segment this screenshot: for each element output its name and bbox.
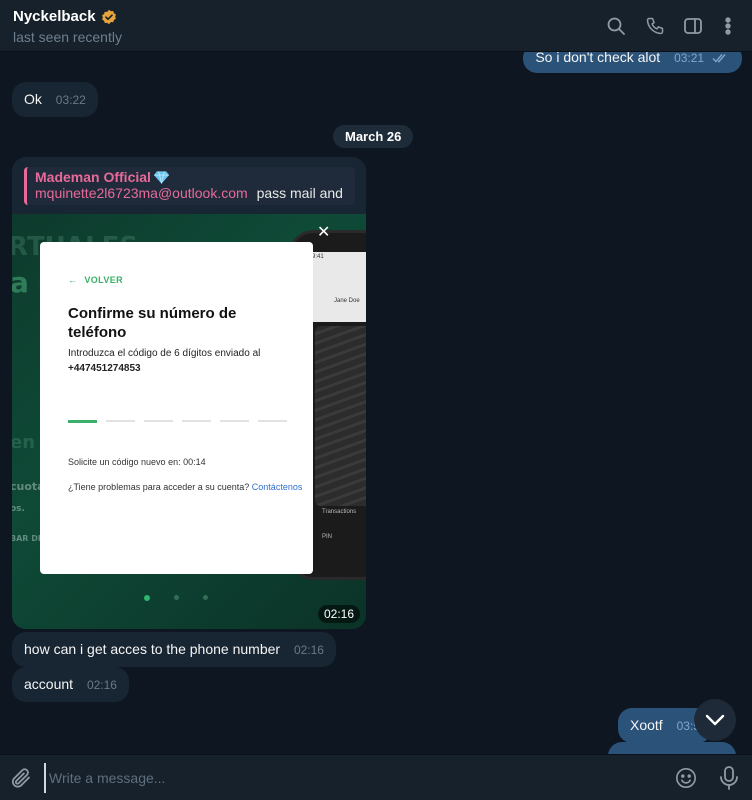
photo-attachment[interactable]: RTUALES a c en t cuota os. BAR DES 9:41 … <box>12 214 366 629</box>
message-incoming[interactable]: account 02:16 <box>12 667 129 702</box>
photo-bg-text: os. <box>12 504 25 514</box>
message-incoming[interactable]: Ok 03:22 <box>12 82 98 117</box>
modal-description: Introduzca el código de 6 dígitos enviad… <box>68 346 288 376</box>
contact-link: Contáctenos <box>251 482 303 492</box>
sidebar-toggle-icon[interactable] <box>681 14 705 38</box>
message-time: 03:22 <box>55 93 86 107</box>
scroll-to-bottom-button[interactable] <box>694 699 736 741</box>
message-input[interactable] <box>44 763 644 793</box>
reply-email: mquinette2l6723ma@outlook.com <box>35 185 248 201</box>
carousel-dots <box>144 595 208 601</box>
resend-timer: Solicite un código nuevo en: 00:14 <box>68 457 206 467</box>
code-slot <box>182 420 211 422</box>
message-text: how can i get acces to the phone number <box>24 641 281 657</box>
carousel-dot <box>144 595 150 601</box>
phone-transactions: Transactions <box>322 509 357 515</box>
back-label: VOLVER <box>84 275 124 285</box>
phone-pin: PIN <box>322 534 333 540</box>
carousel-dot <box>203 595 208 600</box>
reply-author-name: Mademan Official <box>35 169 151 185</box>
message-time: 02:16 <box>86 678 117 692</box>
code-slot <box>68 420 97 423</box>
help-question: ¿Tiene problemas para acceder a su cuent… <box>68 482 250 492</box>
message-text: So i don't check alot <box>535 52 661 65</box>
verified-badge-icon <box>101 9 116 24</box>
arrow-left-icon: ← <box>68 275 78 285</box>
message-list[interactable]: So i don't check alot 03:21 Ok 03:22 Mar… <box>0 52 752 754</box>
message-text: Ok <box>24 91 42 107</box>
message-time: 02:16 <box>317 605 360 623</box>
modal-desc-text: Introduzca el código de 6 dígitos enviad… <box>68 348 261 359</box>
chat-title[interactable]: Nyckelback <box>13 8 117 25</box>
message-outgoing-partial[interactable] <box>608 742 736 754</box>
emoji-icon[interactable] <box>675 767 697 789</box>
close-icon: ✕ <box>317 224 331 241</box>
back-link: ← VOLVER <box>68 275 123 285</box>
contact-status: last seen recently <box>13 29 122 45</box>
reply-preview: mquinette2l6723ma@outlook.com pass mail … <box>35 185 347 201</box>
message-incoming[interactable]: how can i get acces to the phone number … <box>12 632 336 667</box>
chat-header: Nyckelback last seen recently <box>0 0 752 52</box>
phone-icon[interactable] <box>643 14 667 38</box>
phone-clock: 9:41 <box>312 254 324 260</box>
code-slot <box>258 420 287 422</box>
code-slot <box>106 420 135 422</box>
code-slot <box>220 420 249 422</box>
message-text: Xootf <box>630 717 663 733</box>
reply-text: pass mail and xo... <box>256 185 347 201</box>
reply-quote[interactable]: Mademan Official mquinette2l6723ma@outlo… <box>24 167 355 205</box>
message-time: 03:21 <box>674 52 705 65</box>
paperclip-icon[interactable] <box>9 766 33 790</box>
contact-name: Nyckelback <box>13 8 96 25</box>
microphone-icon[interactable] <box>718 765 740 791</box>
phone-screen: 9:41 Jane Doe <box>308 252 366 322</box>
message-incoming-photo[interactable]: Mademan Official mquinette2l6723ma@outlo… <box>12 157 366 629</box>
phone-card <box>315 326 366 506</box>
phone-user-name: Jane Doe <box>334 298 360 304</box>
read-ticks-icon <box>712 54 726 63</box>
date-separator: March 26 <box>333 125 414 148</box>
gem-icon <box>153 171 169 184</box>
chevron-down-icon <box>705 714 725 726</box>
modal-title: Confirme su número de teléfono <box>68 305 237 341</box>
code-input-slots <box>68 420 287 423</box>
message-composer <box>0 754 752 800</box>
verification-modal: ← VOLVER Confirme su número de teléfono … <box>40 242 313 574</box>
modal-phone-number: +447451274853 <box>68 363 141 374</box>
message-outgoing[interactable]: So i don't check alot 03:21 <box>523 52 742 73</box>
carousel-dot <box>174 595 179 600</box>
message-time: 02:16 <box>293 643 324 657</box>
search-icon[interactable] <box>604 14 628 38</box>
help-text: ¿Tiene problemas para acceder a su cuent… <box>68 482 302 492</box>
more-vertical-icon[interactable] <box>716 14 740 38</box>
code-slot <box>144 420 173 422</box>
reply-author: Mademan Official <box>35 169 347 185</box>
message-text: account <box>24 676 74 692</box>
